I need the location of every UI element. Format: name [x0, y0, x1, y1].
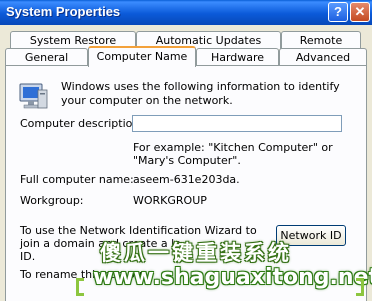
intro-text: Windows uses the following information t… [61, 80, 340, 107]
workgroup-value: WORKGROUP [133, 194, 207, 207]
watermark: 傻瓜一键重装系统 www.shaguaxitong.net [0, 228, 372, 301]
tab-computer-name[interactable]: Computer Name [88, 46, 196, 67]
full-computer-name-value: aseem-631e203da. [133, 173, 240, 186]
tab-remote[interactable]: Remote [281, 31, 361, 49]
watermark-chinese-text: 傻瓜一键重装系统 [100, 241, 292, 265]
workgroup-label: Workgroup: [20, 194, 84, 207]
tab-general[interactable]: General [5, 48, 88, 66]
help-icon: ? [334, 4, 342, 19]
watermark-url: www.shaguaxitong.net [93, 265, 372, 290]
close-icon: ✕ [354, 4, 366, 19]
window-title: System Properties [6, 4, 121, 19]
tab-advanced[interactable]: Advanced [279, 48, 367, 66]
watermark-left-bracket [76, 278, 84, 296]
watermark-right-bracket [356, 278, 364, 296]
computer-description-input[interactable] [132, 115, 342, 132]
full-computer-name-label: Full computer name: [20, 173, 134, 186]
help-button[interactable]: ? [328, 2, 348, 22]
close-button[interactable]: ✕ [350, 2, 370, 22]
tab-hardware[interactable]: Hardware [196, 48, 279, 66]
computer-description-label: Computer description: [20, 117, 144, 130]
system-properties-window: System Properties ? ✕ System Restore Aut… [0, 0, 372, 301]
description-example: For example: "Kitchen Computer" or "Mary… [133, 141, 333, 167]
computer-monitor-icon [16, 78, 50, 115]
title-bar[interactable]: System Properties ? ✕ [0, 0, 372, 25]
